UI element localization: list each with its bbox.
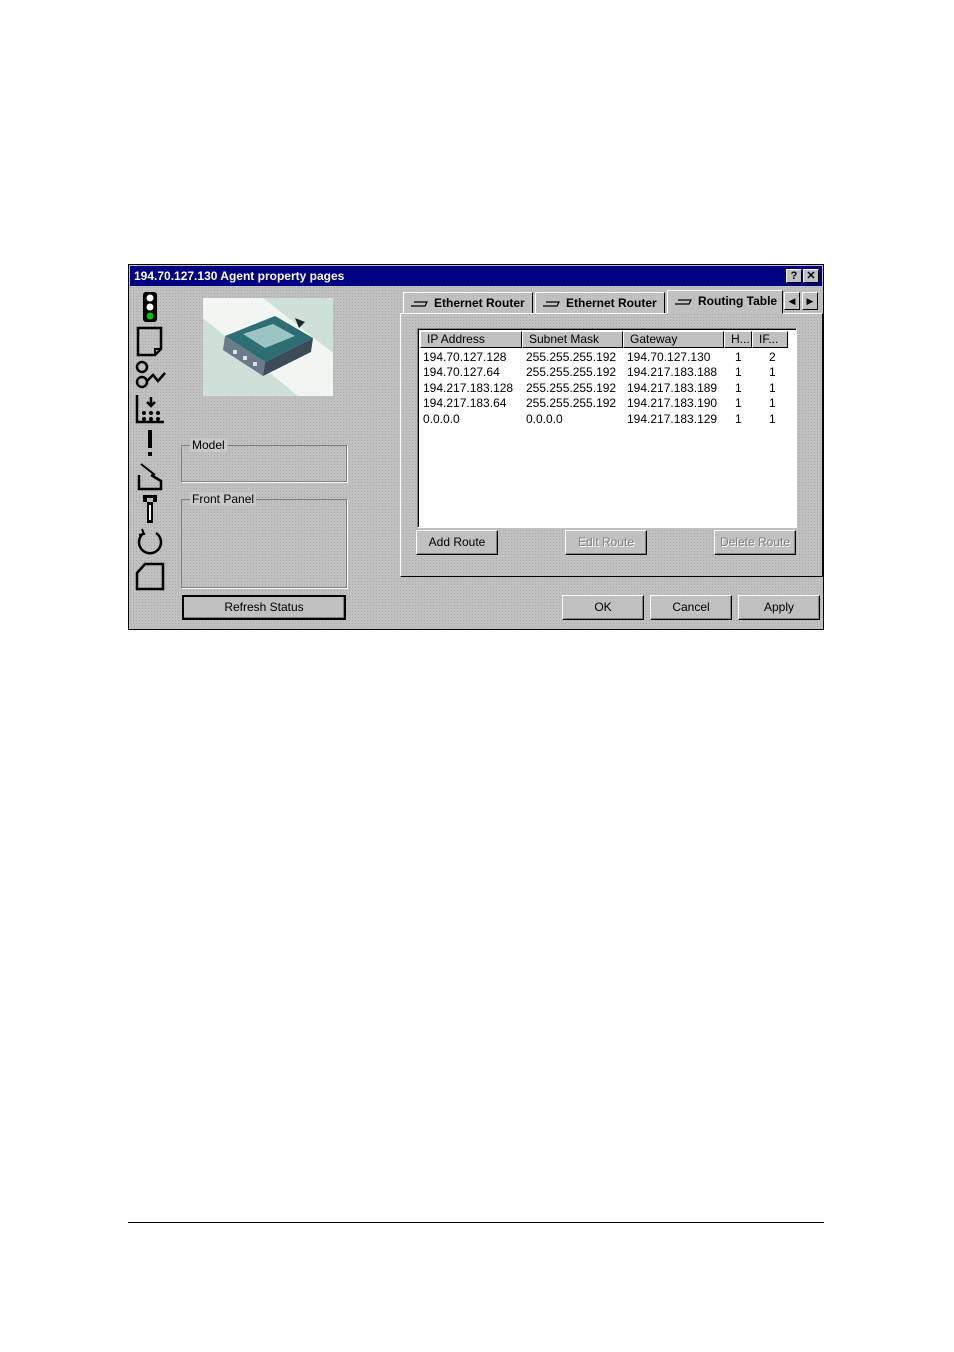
cell-subnet-mask: 255.255.255.192 — [526, 396, 617, 411]
tab-routing-table[interactable]: Routing Table — [667, 290, 783, 314]
cell-subnet-mask: 255.255.255.192 — [526, 380, 617, 395]
front-panel-label: Front Panel — [190, 492, 257, 506]
help-button[interactable]: ? — [786, 269, 802, 283]
table-row[interactable]: 0.0.0.0 0.0.0.0 194.217.183.129 1 1 — [418, 412, 788, 427]
cancel-button[interactable]: Cancel — [650, 595, 732, 620]
wrench-icon[interactable] — [133, 493, 167, 523]
statistics-icon[interactable] — [133, 393, 167, 424]
apply-label: Apply — [763, 600, 795, 614]
title-bar[interactable]: 194.70.127.130 Agent property pages ? ✕ — [130, 266, 822, 286]
page-icon[interactable] — [133, 325, 167, 357]
cell-hops: 1 — [735, 350, 742, 364]
cell-interface: 2 — [769, 350, 776, 364]
refresh-status-button[interactable]: Refresh Status — [182, 595, 346, 620]
cell-interface: 1 — [769, 365, 776, 380]
network-icon[interactable] — [133, 359, 167, 389]
tab-scroll-right-button[interactable]: ▶ — [802, 292, 818, 310]
cell-gateway: 194.217.183.190 — [627, 396, 718, 411]
refresh-icon[interactable] — [133, 527, 167, 557]
front-panel-group: Front Panel — [181, 492, 347, 588]
connector-icon — [675, 299, 692, 305]
tab-label: Ethernet Router — [434, 296, 525, 310]
arrow-right-icon: ▶ — [806, 296, 814, 306]
window-title: 194.70.127.130 Agent property pages — [134, 269, 345, 283]
model-group: Model — [181, 438, 347, 482]
cell-hops: 1 — [735, 365, 742, 380]
add-route-button[interactable]: Add Route — [416, 530, 498, 555]
ok-label: OK — [594, 600, 612, 614]
cell-subnet-mask: 255.255.255.192 — [526, 365, 617, 380]
column-header-gateway[interactable]: Gateway — [623, 331, 724, 348]
tab-ethernet-router-1[interactable]: Ethernet Router — [403, 292, 533, 314]
delete-route-label: Delete Route — [719, 535, 791, 549]
tab-label: Ethernet Router — [566, 296, 657, 310]
cancel-label: Cancel — [672, 600, 710, 614]
edit-route-button[interactable]: Edit Route — [565, 530, 647, 555]
cell-interface: 1 — [769, 380, 776, 395]
add-route-label: Add Route — [428, 535, 486, 549]
cell-ip-address: 194.217.183.64 — [423, 396, 507, 411]
cell-hops: 1 — [735, 396, 742, 411]
table-row[interactable]: 194.217.183.64 255.255.255.192 194.217.183… — [418, 396, 788, 411]
cell-ip-address: 194.70.127.128 — [423, 350, 507, 364]
cell-gateway: 194.217.183.129 — [627, 411, 718, 426]
model-label: Model — [190, 438, 227, 452]
apply-button[interactable]: Apply — [738, 595, 820, 620]
status-light-icon[interactable] — [133, 291, 167, 322]
routing-table-list[interactable]: IP Address Subnet Mask Gateway H... IF..… — [417, 328, 797, 528]
alert-icon[interactable] — [133, 427, 167, 457]
device-image — [203, 298, 333, 396]
close-button[interactable]: ✕ — [803, 269, 819, 283]
cell-gateway: 194.70.127.130 — [627, 350, 711, 364]
tab-label: Routing Table — [698, 294, 778, 308]
ok-button[interactable]: OK — [562, 595, 644, 620]
cell-interface: 1 — [769, 411, 776, 426]
cell-interface: 1 — [769, 396, 776, 411]
column-header-interface[interactable]: IF... — [752, 331, 788, 348]
arrow-left-icon: ◀ — [788, 296, 796, 306]
edit-route-label: Edit Route — [577, 535, 635, 549]
refresh-status-label: Refresh Status — [224, 600, 304, 614]
cell-subnet-mask: 255.255.255.192 — [526, 350, 617, 364]
column-header-subnet-mask[interactable]: Subnet Mask — [522, 331, 623, 348]
agent-property-dialog: 194.70.127.130 Agent property pages ? ✕ — [128, 264, 824, 630]
tab-scroll-left-button[interactable]: ◀ — [784, 292, 800, 310]
cell-ip-address: 0.0.0.0 — [423, 411, 460, 426]
tab-ethernet-router-2[interactable]: Ethernet Router — [535, 292, 665, 314]
column-header-ip-address[interactable]: IP Address — [420, 331, 522, 348]
cell-gateway: 194.217.183.188 — [627, 365, 718, 380]
column-header-hops[interactable]: H... — [724, 331, 752, 348]
table-row[interactable]: 194.70.127.64 255.255.255.192 194.217.183.… — [418, 365, 788, 380]
cell-hops: 1 — [735, 380, 742, 395]
document-icon[interactable] — [133, 561, 167, 591]
cell-subnet-mask: 0.0.0.0 — [526, 411, 563, 426]
page-footer-rule — [128, 1222, 824, 1223]
delete-route-button[interactable]: Delete Route — [714, 530, 796, 555]
table-row[interactable]: 194.70.127.128 255.255.255.192 194.70.127.… — [418, 350, 788, 365]
cell-ip-address: 194.217.183.128 — [423, 380, 514, 395]
cell-hops: 1 — [735, 411, 742, 426]
table-row[interactable]: 194.217.183.128 255.255.255.192 194.217.18… — [418, 381, 788, 396]
install-icon[interactable] — [133, 461, 167, 491]
cell-gateway: 194.217.183.189 — [627, 380, 718, 395]
connector-icon — [411, 301, 428, 307]
connector-icon — [543, 301, 560, 307]
cell-ip-address: 194.70.127.64 — [423, 365, 500, 380]
